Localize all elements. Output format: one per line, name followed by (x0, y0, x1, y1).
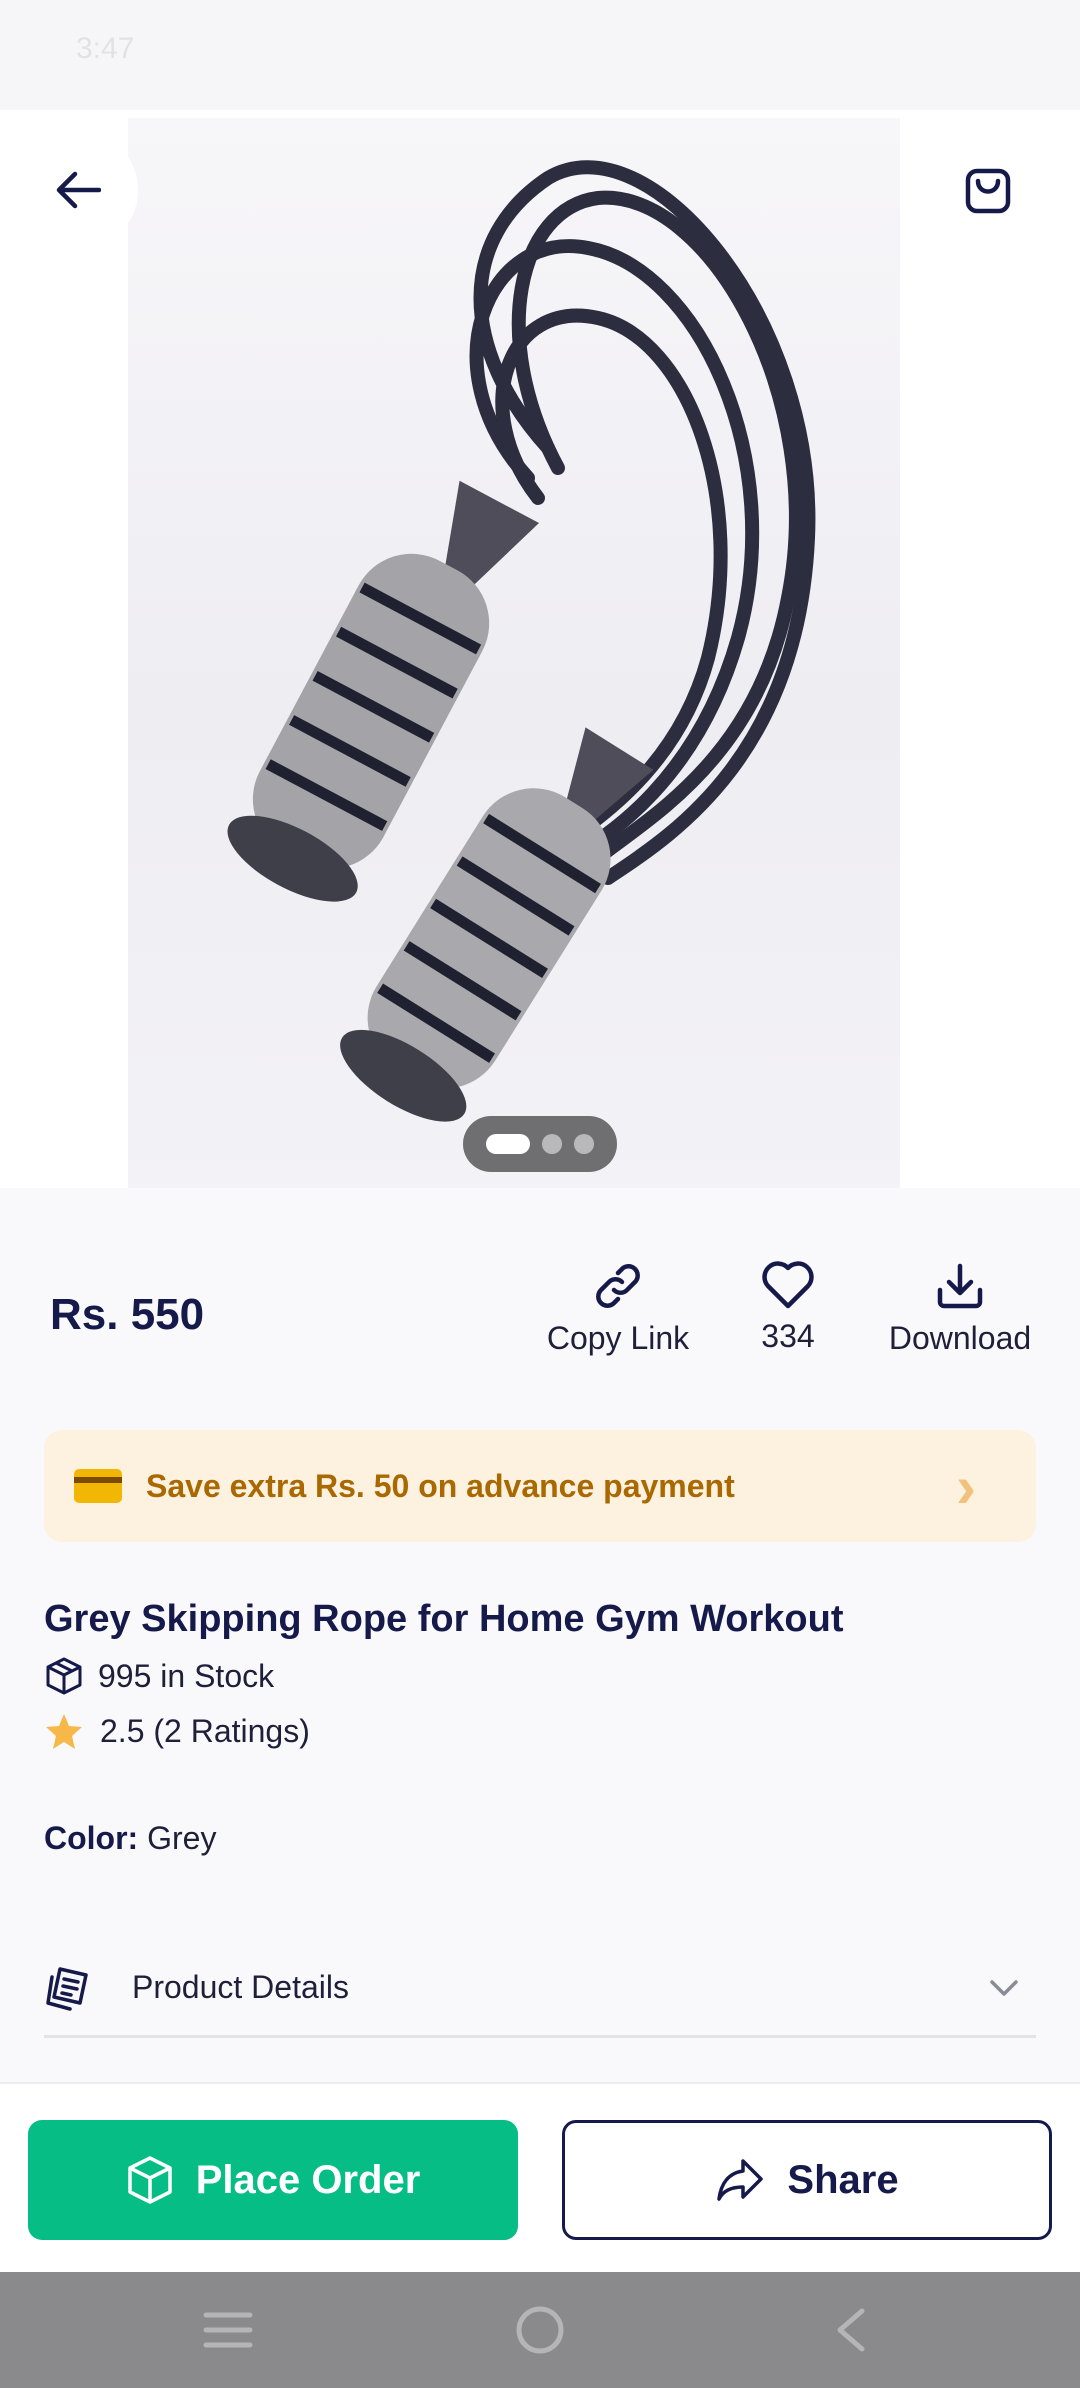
share-label: Share (787, 2157, 899, 2202)
gallery-dot[interactable] (542, 1134, 562, 1154)
chevron-down-icon (990, 1979, 1018, 1996)
heart-icon (762, 1261, 814, 1309)
home-icon (516, 2306, 564, 2354)
gallery-dot[interactable] (486, 1134, 530, 1154)
home-button[interactable] (500, 2300, 580, 2360)
product-photo (128, 118, 900, 1188)
place-order-button[interactable]: Place Order (28, 2120, 518, 2240)
like-button[interactable]: 334 (740, 1260, 836, 1355)
product-title: Grey Skipping Rope for Home Gym Workout (44, 1598, 844, 1640)
advance-payment-banner[interactable]: Save extra Rs. 50 on advance payment › (44, 1430, 1036, 1542)
back-icon (837, 2308, 865, 2352)
copy-link-label: Copy Link (546, 1320, 690, 1356)
share-icon (717, 2159, 764, 2201)
product-actions: Copy Link 334 Download (0, 1260, 1080, 1380)
share-button[interactable]: Share (562, 2120, 1052, 2240)
like-count: 334 (761, 1318, 815, 1354)
rating-info[interactable]: 2.5 (2 Ratings) (44, 1712, 310, 1750)
download-icon (937, 1263, 983, 1309)
system-nav-bar (0, 2272, 1080, 2388)
shopping-bag-icon (965, 168, 1011, 214)
color-label: Color: (44, 1820, 139, 1856)
product-details-toggle[interactable]: Product Details (44, 1940, 1036, 2038)
link-icon (596, 1264, 640, 1308)
stock-info: 995 in Stock (44, 1656, 274, 1696)
star-icon (46, 1714, 82, 1749)
bottom-action-bar: Place Order Share (0, 2082, 1080, 2272)
download-label: Download (888, 1320, 1032, 1356)
place-order-label: Place Order (195, 2157, 421, 2202)
cart-button[interactable] (928, 130, 1048, 250)
back-button[interactable] (18, 130, 138, 250)
back-arrow-icon (56, 171, 101, 209)
stock-text: 995 in Stock (98, 1657, 275, 1694)
download-button[interactable]: Download (876, 1260, 1044, 1357)
status-time: 3:47 (76, 32, 135, 65)
color-info: Color: Grey (44, 1820, 216, 1857)
system-back-button[interactable] (810, 2300, 890, 2360)
cube-icon (127, 2156, 172, 2204)
status-bar: 3:47 (0, 0, 1080, 110)
chevron-right-icon: › (956, 1452, 976, 1520)
product-details-label: Product Details (132, 1969, 349, 2005)
menu-button[interactable] (188, 2300, 268, 2360)
menu-icon (203, 2312, 253, 2348)
copy-link-button[interactable]: Copy Link (544, 1260, 692, 1357)
box-icon (46, 1657, 82, 1695)
product-image-gallery[interactable] (0, 110, 1080, 1188)
promo-text: Save extra Rs. 50 on advance payment (146, 1467, 735, 1504)
gallery-indicator[interactable] (463, 1116, 617, 1172)
document-icon (46, 1966, 88, 2011)
credit-card-icon (74, 1469, 122, 1503)
color-value: Grey (147, 1820, 217, 1856)
gallery-dot[interactable] (574, 1134, 594, 1154)
rating-text: 2.5 (2 Ratings) (100, 1712, 310, 1749)
